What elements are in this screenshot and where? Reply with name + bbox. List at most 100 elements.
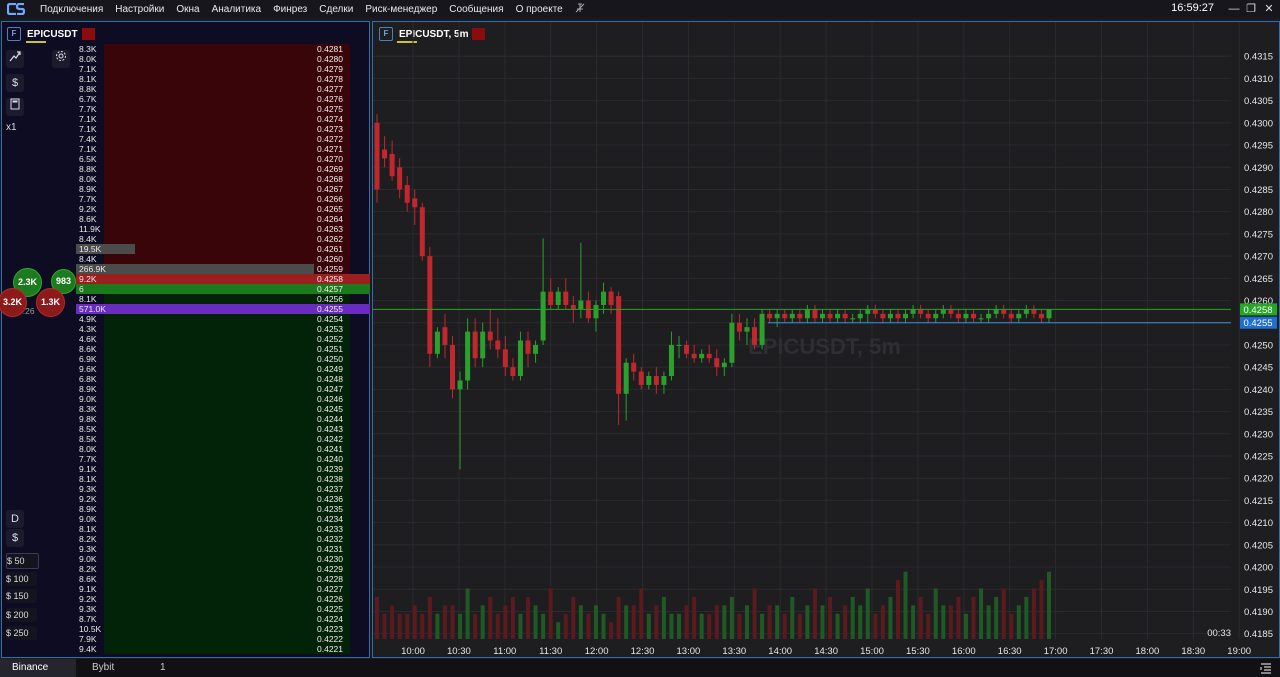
tab-binance[interactable]: Binance — [0, 659, 76, 677]
orderbook-row[interactable]: 9.3K 0.4231 — [76, 544, 370, 554]
menu-trades[interactable]: Сделки — [313, 4, 359, 15]
volume-bar — [714, 605, 719, 639]
orderbook-row[interactable]: 4.9K 0.4254 — [76, 314, 370, 324]
orderbook-row[interactable]: 8.8K 0.4277 — [76, 84, 370, 94]
orderbook-volume: 571.0K — [79, 304, 106, 314]
orderbook-row[interactable]: 7.7K 0.4275 — [76, 104, 370, 114]
menu-connections[interactable]: Подключения — [34, 4, 109, 15]
quantity-250[interactable]: $ 250 — [6, 626, 37, 640]
orderbook-row[interactable]: 9.0K 0.4230 — [76, 554, 370, 564]
orderbook-row[interactable]: 7.9K 0.4222 — [76, 634, 370, 644]
settings-gear-icon[interactable] — [52, 50, 70, 68]
multiplier-label[interactable]: x1 — [6, 122, 17, 133]
time-axis-label: 16:30 — [998, 646, 1022, 657]
orderbook-row[interactable]: 10.5K 0.4223 — [76, 624, 370, 634]
orderbook-row[interactable]: 571.0K 0.4255 — [76, 304, 370, 314]
pin-icon[interactable] — [569, 3, 591, 16]
orderbook-row[interactable]: 8.6K 0.4264 — [76, 214, 370, 224]
orderbook-row[interactable]: 7.1K 0.4279 — [76, 64, 370, 74]
orderbook-row[interactable]: 7.1K 0.4271 — [76, 144, 370, 154]
orderbook-row[interactable]: 8.9K 0.4235 — [76, 504, 370, 514]
tab-1[interactable]: 1 — [148, 659, 178, 677]
orderbook-row[interactable]: 9.6K 0.4249 — [76, 364, 370, 374]
menu-about[interactable]: О проекте — [510, 4, 569, 15]
orderbook-row[interactable]: 9.8K 0.4244 — [76, 414, 370, 424]
orderbook-row[interactable]: 8.0K 0.4280 — [76, 54, 370, 64]
close-icon[interactable]: ✕ — [1261, 1, 1277, 17]
orderbook-row[interactable]: 4.6K 0.4252 — [76, 334, 370, 344]
orderbook-row[interactable]: 4.3K 0.4253 — [76, 324, 370, 334]
orderbook-row[interactable]: 8.1K 0.4278 — [76, 74, 370, 84]
candle-body — [1038, 313, 1044, 319]
depth-toggle-button[interactable]: D — [6, 510, 24, 528]
orderbook-row[interactable]: 8.1K 0.4233 — [76, 524, 370, 534]
orderbook-symbol[interactable]: EPICUSDT — [27, 29, 78, 40]
chart-trend-icon[interactable] — [6, 50, 24, 68]
orderbook-row[interactable]: 11.9K 0.4263 — [76, 224, 370, 234]
orderbook-row[interactable]: 8.3K 0.4281 — [76, 44, 370, 54]
orderbook-row[interactable]: 7.7K 0.4266 — [76, 194, 370, 204]
quantity-200[interactable]: $ 200 — [6, 608, 37, 622]
orderbook-row[interactable]: 9.3K 0.4237 — [76, 484, 370, 494]
orderbook-row[interactable]: 266.9K 0.4259 — [76, 264, 370, 274]
quantity-150[interactable]: $ 150 — [6, 589, 37, 603]
orderbook-row[interactable]: 8.8K 0.4269 — [76, 164, 370, 174]
orderbook-row[interactable]: 9.1K 0.4227 — [76, 584, 370, 594]
orderbook-row[interactable]: 8.9K 0.4247 — [76, 384, 370, 394]
orderbook-row[interactable]: 8.6K 0.4228 — [76, 574, 370, 584]
orderbook-row[interactable]: 8.4K 0.4262 — [76, 234, 370, 244]
orderbook-row[interactable]: 7.1K 0.4273 — [76, 124, 370, 134]
orderbook-row[interactable]: 9.2K 0.4236 — [76, 494, 370, 504]
time-axis-label: 10:00 — [401, 646, 425, 657]
orderbook-row[interactable]: 8.1K 0.4238 — [76, 474, 370, 484]
orderbook-row[interactable]: 8.2K 0.4232 — [76, 534, 370, 544]
orderbook-row[interactable]: 8.4K 0.4260 — [76, 254, 370, 264]
orderbook-row[interactable]: 6.9K 0.4250 — [76, 354, 370, 364]
orderbook-price: 0.4256 — [317, 294, 343, 304]
orderbook-row[interactable]: 9.1K 0.4239 — [76, 464, 370, 474]
orderbook-row[interactable]: 8.0K 0.4241 — [76, 444, 370, 454]
orderbook-row[interactable]: 8.9K 0.4267 — [76, 184, 370, 194]
menu-windows[interactable]: Окна — [170, 4, 205, 15]
quantity-50[interactable]: $ 50 — [6, 553, 39, 569]
orderbook-row[interactable]: 19.5K 0.4261 — [76, 244, 370, 254]
menu-analytics[interactable]: Аналитика — [206, 4, 268, 15]
orderbook-row[interactable]: 9.2K 0.4265 — [76, 204, 370, 214]
orderbook-row[interactable]: 8.7K 0.4224 — [76, 614, 370, 624]
quantity-100[interactable]: $ 100 — [6, 572, 37, 586]
tab-bybit[interactable]: Bybit — [80, 659, 126, 677]
orderbook-row[interactable]: 8.0K 0.4268 — [76, 174, 370, 184]
orderbook-row[interactable]: 8.2K 0.4229 — [76, 564, 370, 574]
orderbook-row[interactable]: 6 0.4257 — [76, 284, 370, 294]
list-icon[interactable] — [1260, 662, 1272, 674]
orderbook-row[interactable]: 6.5K 0.4270 — [76, 154, 370, 164]
calculator-icon[interactable] — [6, 98, 24, 116]
orderbook-row[interactable]: 8.6K 0.4251 — [76, 344, 370, 354]
orderbook-row[interactable]: 7.7K 0.4240 — [76, 454, 370, 464]
orderbook-row[interactable]: 9.2K 0.4226 — [76, 594, 370, 604]
orderbook-volume: 8.6K — [79, 214, 97, 224]
menu-settings[interactable]: Настройки — [109, 4, 170, 15]
dollar-mode-button[interactable]: $ — [6, 529, 24, 547]
orderbook-row[interactable]: 6.7K 0.4276 — [76, 94, 370, 104]
menu-messages[interactable]: Сообщения — [443, 4, 509, 15]
maximize-icon[interactable]: ❐ — [1243, 1, 1259, 17]
orderbook-row[interactable]: 9.2K 0.4258 — [76, 274, 370, 284]
orderbook-row[interactable]: 8.1K 0.4256 — [76, 294, 370, 304]
orderbook-row[interactable]: 9.4K 0.4221 — [76, 644, 370, 654]
candlestick-chart[interactable]: EPICUSDT, 5m 0.4315 0.4310 0.4305 0.4300 0.42… — [373, 22, 1279, 657]
orderbook-row-bg — [104, 344, 350, 354]
orderbook-row[interactable]: 9.3K 0.4225 — [76, 604, 370, 614]
menu-finrez[interactable]: Финрез — [267, 4, 313, 15]
orderbook-row[interactable]: 9.0K 0.4234 — [76, 514, 370, 524]
minimize-icon[interactable]: — — [1226, 1, 1242, 17]
orderbook-row[interactable]: 9.0K 0.4246 — [76, 394, 370, 404]
orderbook-row[interactable]: 6.8K 0.4248 — [76, 374, 370, 384]
dollar-icon[interactable]: $ — [6, 74, 24, 92]
menu-risk-manager[interactable]: Риск-менеджер — [359, 4, 443, 15]
orderbook-row[interactable]: 7.1K 0.4274 — [76, 114, 370, 124]
orderbook-row[interactable]: 8.5K 0.4242 — [76, 434, 370, 444]
orderbook-row[interactable]: 8.3K 0.4245 — [76, 404, 370, 414]
orderbook-row[interactable]: 8.5K 0.4243 — [76, 424, 370, 434]
orderbook-row[interactable]: 7.4K 0.4272 — [76, 134, 370, 144]
